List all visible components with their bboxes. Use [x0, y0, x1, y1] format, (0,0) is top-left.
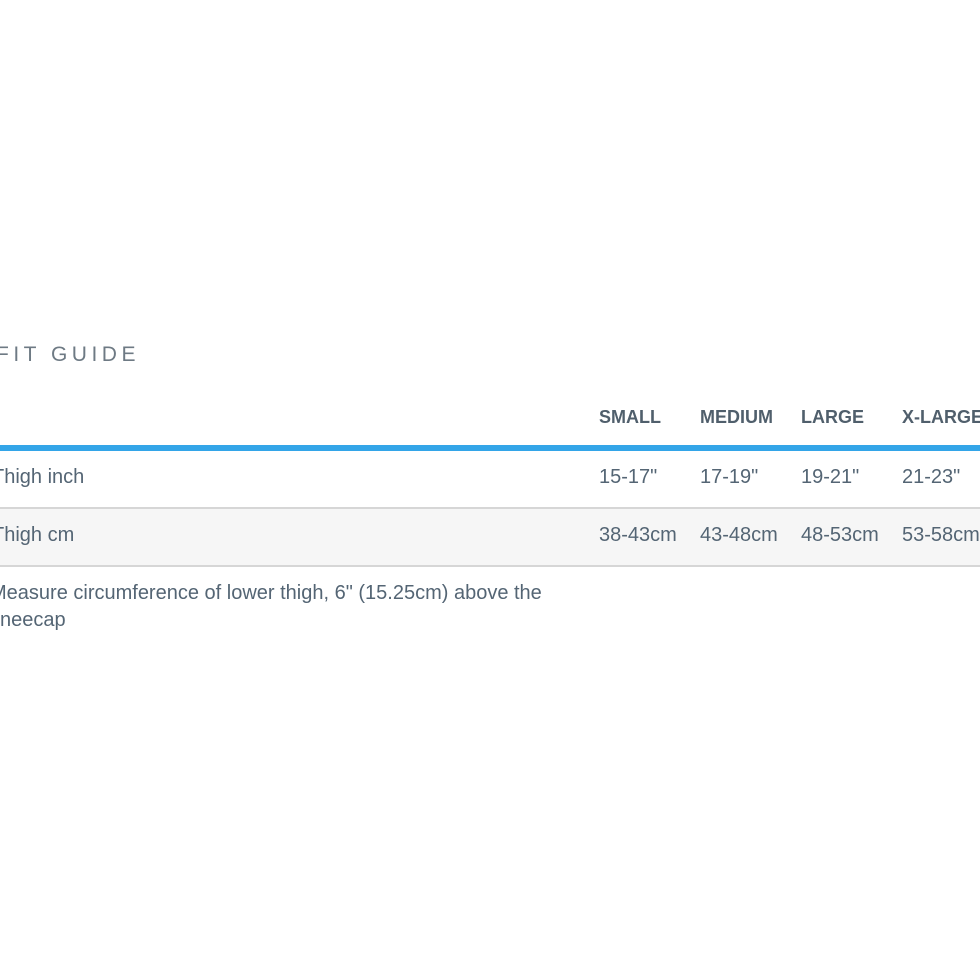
- header-medium: MEDIUM: [700, 407, 773, 427]
- header-large: LARGE: [801, 407, 864, 427]
- cell-x-large-inch: 21-23": [902, 466, 961, 488]
- row-label-thigh-cm: Thigh cm: [0, 524, 75, 546]
- cell-large-cm: 48-53cm: [801, 524, 879, 546]
- cell-medium-cm: 43-48cm: [700, 524, 778, 546]
- header-small: SMALL: [599, 407, 661, 427]
- cell-small-cm: 38-43cm: [599, 524, 677, 546]
- fit-guide-title: FIT GUIDE: [0, 343, 140, 366]
- row-label-thigh-inch: Thigh inch: [0, 466, 85, 488]
- cell-medium-inch: 17-19": [700, 466, 759, 488]
- header-x-large: X-LARGE: [902, 407, 980, 427]
- measurement-note: Measure circumference of lower thigh, 6"…: [0, 582, 542, 631]
- cell-small-inch: 15-17": [599, 466, 658, 488]
- table-row: Thigh inch 15-17" 17-19" 19-21" 21-23": [0, 451, 980, 509]
- cell-x-large-cm: 53-58cm: [902, 524, 980, 546]
- size-chart-table: SMALL MEDIUM LARGE X-LARGE Thigh inch 15…: [0, 395, 980, 567]
- table-header-row: SMALL MEDIUM LARGE X-LARGE: [0, 395, 980, 451]
- cell-large-inch: 19-21": [801, 466, 860, 488]
- table-row: Thigh cm 38-43cm 43-48cm 48-53cm 53-58cm: [0, 509, 980, 567]
